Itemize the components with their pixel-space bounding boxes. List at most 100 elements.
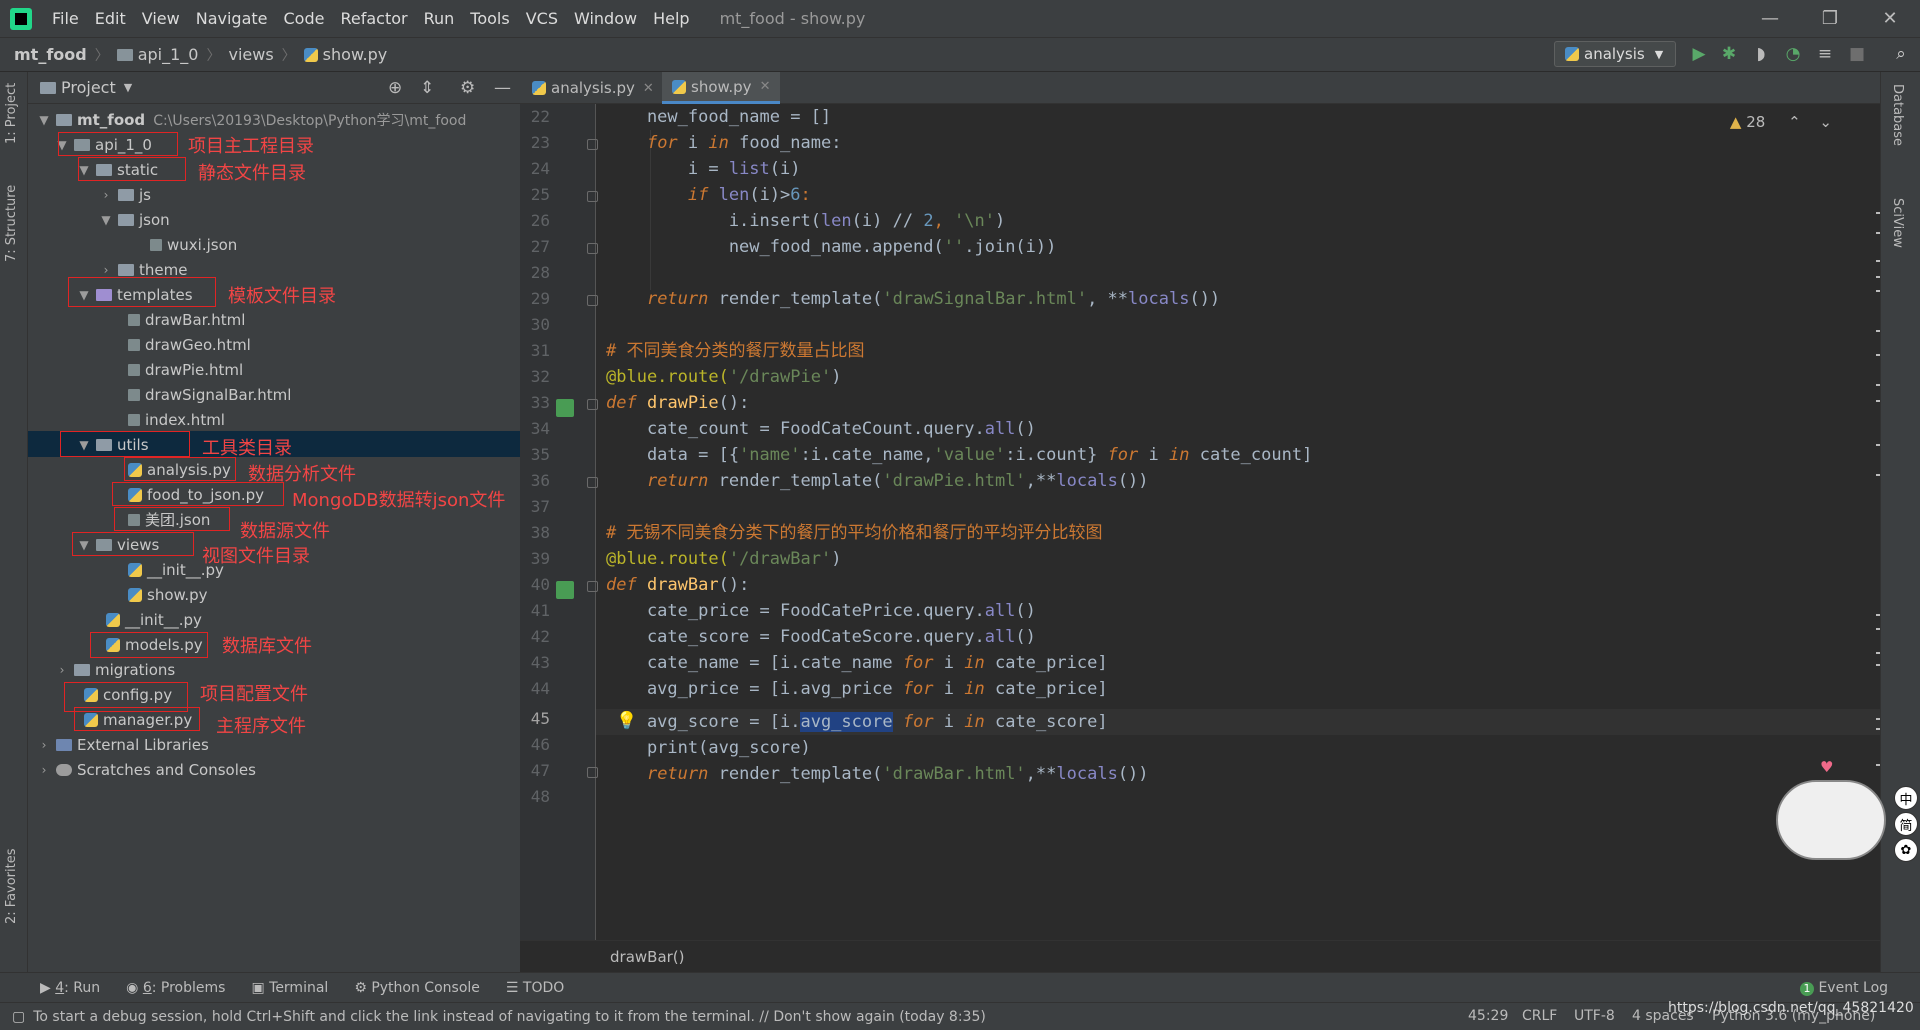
chevron-down-icon[interactable]: ⌄ [1819,113,1832,131]
search-icon[interactable]: ⌕ [1890,43,1912,65]
tree-item-drawsignalbar-html[interactable]: drawSignalBar.html [128,382,291,407]
ime-simplified-button[interactable]: 简 [1894,812,1918,836]
folder-icon [118,188,134,201]
menu-window[interactable]: Window [566,9,645,28]
line-number: 48 [530,787,550,806]
menu-edit[interactable]: Edit [87,9,134,28]
tree-item-drawbar-html[interactable]: drawBar.html [128,307,245,332]
run-configuration-select[interactable]: analysis ▼ [1554,41,1676,67]
fold-marker-icon[interactable] [587,477,598,488]
close-icon[interactable]: ✕ [1860,0,1920,37]
scratches-icon [56,763,72,776]
function-breadcrumb[interactable]: drawBar() [610,948,685,966]
close-tab-icon[interactable]: ✕ [643,81,654,96]
tree-item-wuxi-json[interactable]: wuxi.json [150,232,237,257]
collapse-all-icon[interactable]: ⇕ [420,78,434,98]
chevron-right-icon: 〉 [94,47,109,64]
locate-icon[interactable]: ⊕ [388,78,402,98]
file-encoding[interactable]: UTF-8 [1574,1008,1615,1024]
hide-icon[interactable]: — [494,78,511,98]
fold-marker-icon[interactable] [587,139,598,150]
status-message[interactable]: To start a debug session, hold Ctrl+Shif… [33,1009,986,1025]
tool-tab-python-console[interactable]: ⚙ Python Console [354,980,480,996]
tree-item-scratches[interactable]: › Scratches and Consoles [36,757,256,782]
inspection-widget[interactable]: ▲ 28 ⌃ ⌄ [1730,113,1832,131]
annotation-box [72,532,194,556]
crumb-package[interactable]: api_1_0 [138,45,199,64]
tree-item-js[interactable]: › js [98,182,151,207]
annotation-note: 项目配置文件 [200,684,308,705]
tree-item-index-html[interactable]: index.html [128,407,225,432]
event-log-button[interactable]: 1 Event Log [1800,980,1888,996]
dropdown-arrow-icon[interactable]: ▼ [124,81,132,94]
fold-marker-icon[interactable] [587,191,598,202]
crumb-views[interactable]: views [228,45,273,64]
restore-icon[interactable]: ❐ [1800,0,1860,37]
tool-tab-terminal[interactable]: ▣ Terminal [251,980,328,996]
decorative-mascot [1776,780,1886,860]
menu-run[interactable]: Run [416,9,463,28]
tree-item-migrations[interactable]: › migrations [54,657,176,682]
debug-icon[interactable]: ✱ [1718,43,1740,65]
tool-tab-structure[interactable]: 7: Structure [4,185,19,262]
fold-marker-icon[interactable] [587,243,598,254]
route-gutter-icon[interactable] [556,399,574,417]
menu-code[interactable]: Code [276,9,333,28]
menu-help[interactable]: Help [645,9,697,28]
stop-icon[interactable]: ■ [1846,43,1868,65]
menu-view[interactable]: View [134,9,188,28]
code-line: cate_price = FoodCatePrice.query.all() [606,601,1036,621]
route-gutter-icon[interactable] [556,581,574,599]
menu-navigate[interactable]: Navigate [188,9,276,28]
tool-tab-database[interactable]: Database [1890,84,1905,146]
tool-tab-favorites[interactable]: 2: Favorites [4,848,19,924]
bottom-tool-bar: ▶ 4: Run ◉ 6: Problems ▣ Terminal ⚙ Pyth… [0,972,1920,1002]
line-number: 30 [530,315,550,334]
tree-item-api-init-py[interactable]: __init__.py [106,607,202,632]
tree-item-show-py[interactable]: show.py [128,582,208,607]
code-line: if len(i)>6: [687,185,811,205]
tool-tab-run[interactable]: ▶ 4: Run [40,980,100,996]
annotation-note: 数据库文件 [222,636,312,657]
fold-marker-icon[interactable] [587,399,598,410]
menu-vcs[interactable]: VCS [518,9,566,28]
crumb-project[interactable]: mt_food [14,45,87,64]
run-icon[interactable]: ▶ [1688,43,1710,65]
tree-item-external-libraries[interactable]: › External Libraries [36,732,209,757]
tree-item-label: drawGeo.html [145,335,251,354]
tool-tab-todo[interactable]: ☰ TODO [506,980,564,996]
ime-chinese-button[interactable]: 中 [1894,786,1918,810]
tree-item-drawpie-html[interactable]: drawPie.html [128,357,243,382]
profile-icon[interactable]: ◔ [1782,43,1804,65]
line-separator[interactable]: CRLF [1522,1008,1557,1024]
fold-marker-icon[interactable] [587,295,598,306]
coverage-icon[interactable]: ◗ [1750,43,1772,65]
project-panel-title[interactable]: Project [61,78,116,97]
fold-marker-icon[interactable] [587,581,598,592]
menu-tools[interactable]: Tools [462,9,517,28]
html-file-icon [128,338,140,351]
tree-item-json[interactable]: ▼ json [98,207,169,232]
annotation-note: 工具类目录 [202,438,292,459]
code-editor[interactable]: 22 23 24 25 26 27 28 29 30 31 32 33 34 3… [520,104,1892,940]
tool-tab-project[interactable]: 1: Project [4,83,19,144]
tree-root[interactable]: ▼ mt_food C:\Users\20193\Desktop\Python学… [36,107,466,132]
caret-position[interactable]: 45:29 [1468,1008,1508,1024]
minimize-icon[interactable]: — [1740,0,1800,37]
gear-icon[interactable]: ⚙ [460,78,475,98]
concurrency-icon[interactable]: ≡ [1814,43,1836,65]
tool-tab-sciview[interactable]: SciView [1890,198,1905,248]
python-file-icon [303,47,318,62]
ime-settings-icon[interactable]: ✿ [1894,838,1918,862]
menu-file[interactable]: File [44,9,87,28]
tool-tab-problems[interactable]: ◉ 6: Problems [126,980,225,996]
crumb-file[interactable]: show.py [323,45,388,64]
tree-item-drawgeo-html[interactable]: drawGeo.html [128,332,251,357]
tab-show-py[interactable]: show.py ✕ [662,72,781,104]
chevron-up-icon[interactable]: ⌃ [1788,113,1801,131]
library-icon [56,738,72,751]
tab-analysis-py[interactable]: analysis.py ✕ [522,72,664,104]
close-tab-icon[interactable]: ✕ [760,79,771,94]
fold-marker-icon[interactable] [587,767,598,778]
menu-refactor[interactable]: Refactor [332,9,415,28]
